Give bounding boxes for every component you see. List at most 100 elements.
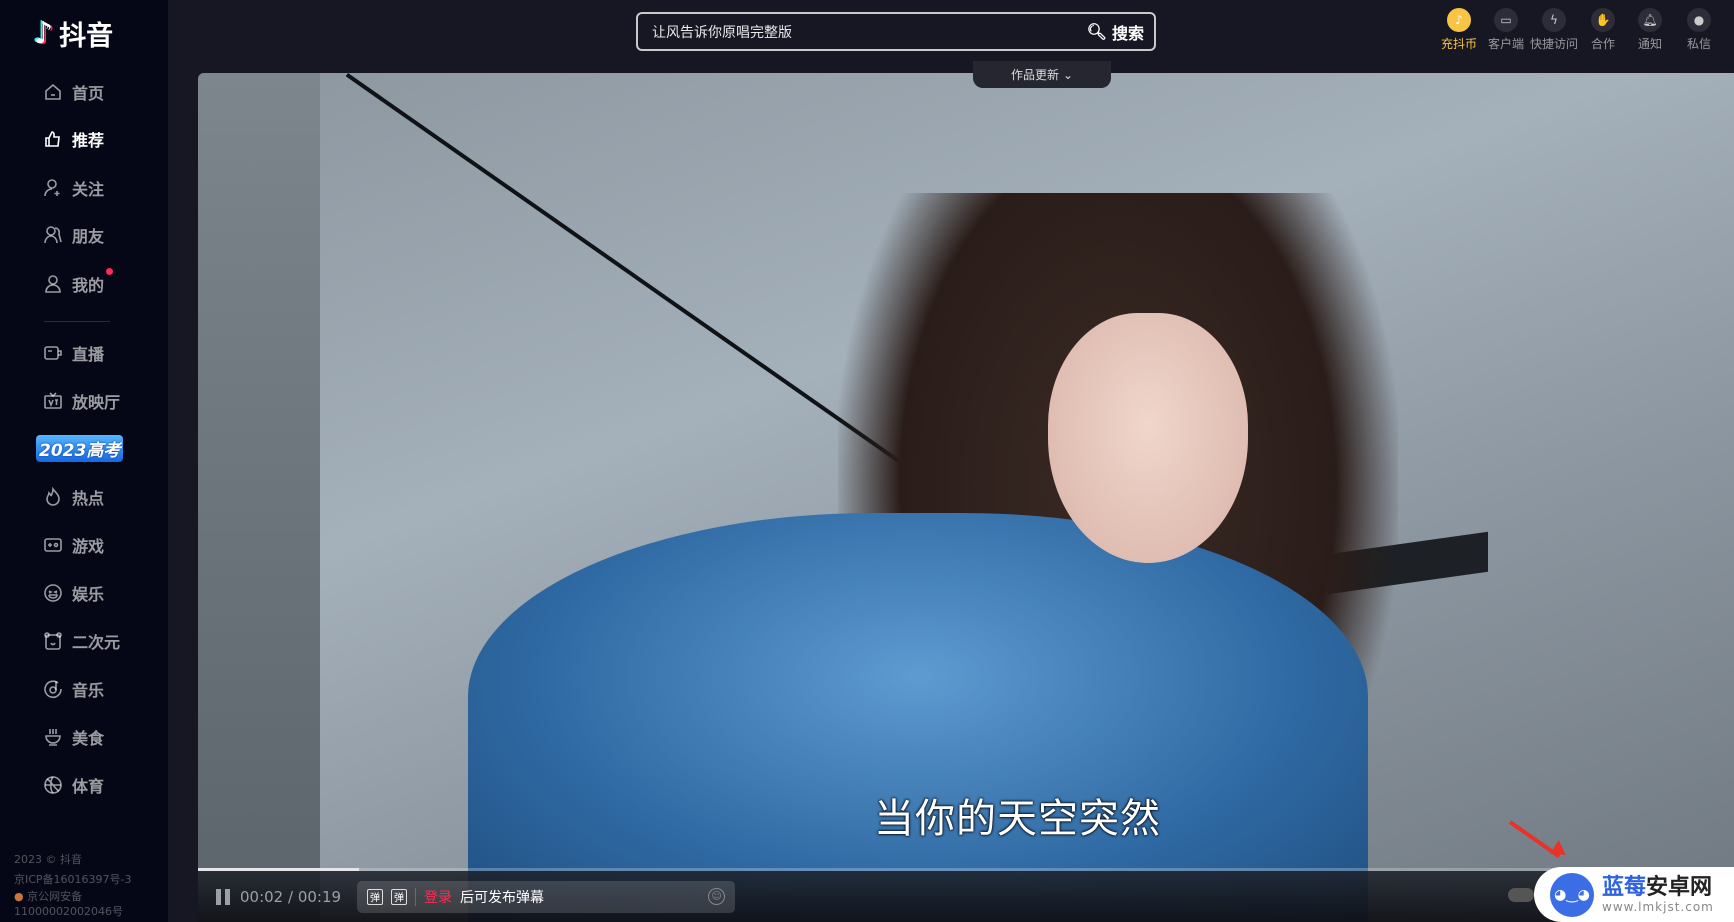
toolbar-message[interactable]: ● 私信 xyxy=(1671,8,1727,52)
sidebar-item-label: 推荐 xyxy=(72,131,105,150)
ball-icon xyxy=(42,774,64,796)
pause-icon xyxy=(225,888,230,905)
sidebar-item-label: 游戏 xyxy=(72,537,105,556)
chevron-down-icon: ⌄ xyxy=(1062,67,1074,82)
sidebar: ♪ 抖音 首页推荐关注朋友我的直播放映厅 2023高考热点游戏娱乐二次元音乐美食体育… xyxy=(0,0,168,922)
home-icon xyxy=(42,81,64,103)
footer-copyright: 2023 © 抖音 xyxy=(14,853,82,866)
footer-police-text: 京公网安备 xyxy=(27,890,83,903)
sidebar-item-1[interactable]: 推荐 xyxy=(42,127,104,151)
friends-icon xyxy=(42,224,64,246)
bell-icon: 🔔︎ xyxy=(1638,8,1662,32)
sidebar-item-14[interactable]: 体育 xyxy=(42,773,104,797)
android-logo-icon: ◕‿◕ xyxy=(1550,872,1594,917)
toolbar-label: 客户端 xyxy=(1487,37,1524,51)
user-icon xyxy=(42,273,64,295)
danmaku-separator xyxy=(415,887,417,906)
sidebar-item-9[interactable]: 游戏 xyxy=(42,533,104,557)
sidebar-item-label: 朋友 xyxy=(72,227,105,246)
sidebar-item-3[interactable]: 朋友 xyxy=(42,223,104,247)
video-frame xyxy=(198,73,320,922)
danmaku-settings-icon[interactable]: 弹 xyxy=(391,888,408,905)
sidebar-item-6[interactable]: 放映厅 xyxy=(42,389,120,413)
bear-icon xyxy=(42,630,64,652)
toolbar-label: 通知 xyxy=(1637,37,1662,51)
handshake-icon: ✋ xyxy=(1591,8,1615,32)
message-icon: ● xyxy=(1687,8,1711,32)
sidebar-item-8[interactable]: 热点 xyxy=(42,485,104,509)
douyin-note-icon: ♪ xyxy=(34,16,54,51)
sidebar-item-5[interactable]: 直播 xyxy=(42,341,104,365)
gaokao-banner[interactable]: 2023高考 xyxy=(36,435,124,462)
sidebar-item-label: 体育 xyxy=(72,777,105,796)
watermark-brand: 蓝莓安卓网 xyxy=(1602,874,1714,900)
smile-icon xyxy=(42,582,64,604)
watermark-brand-b: 安卓网 xyxy=(1646,874,1713,900)
works-update-tab[interactable]: 作品更新 ⌄ xyxy=(973,61,1111,88)
sidebar-item-label: 音乐 xyxy=(72,681,105,700)
search-icon: 🔍︎ xyxy=(1086,22,1107,41)
sidebar-item-11[interactable]: 二次元 xyxy=(42,629,120,653)
sidebar-item-2[interactable]: 关注 xyxy=(42,176,104,200)
pause-icon xyxy=(216,888,221,905)
sidebar-item-label: 首页 xyxy=(72,84,105,103)
sidebar-item-13[interactable]: 美食 xyxy=(42,725,104,749)
login-link[interactable]: 登录 xyxy=(424,887,452,907)
sidebar-item-12[interactable]: 音乐 xyxy=(42,677,104,701)
player-controls: 00:02 / 00:19 弹 弹 登录 后可发布弹幕 ☺ xyxy=(198,871,1734,922)
lightning-icon: ϟ xyxy=(1542,8,1566,32)
toolbar-label: 合作 xyxy=(1590,37,1615,51)
desktop-icon: ▭ xyxy=(1494,8,1518,32)
douyin-logo[interactable]: ♪ 抖音 xyxy=(34,14,113,53)
sidebar-item-0[interactable]: 首页 xyxy=(42,80,104,104)
sidebar-item-4[interactable]: 我的 xyxy=(42,268,113,296)
thumbs-up-icon xyxy=(42,128,64,150)
video-player[interactable]: 当你的天空突然 00:02 / 00:19 弹 弹 登录 后可发布弹幕 ☺ xyxy=(198,73,1734,922)
sidebar-item-label: 放映厅 xyxy=(72,393,121,412)
danmaku-input[interactable]: 弹 弹 登录 后可发布弹幕 ☺ xyxy=(357,880,736,913)
search-input[interactable] xyxy=(652,23,1087,40)
footer-police[interactable]: ● 京公网安备 xyxy=(14,890,82,903)
danmaku-hint: 后可发布弹幕 xyxy=(460,889,545,906)
music-icon xyxy=(42,678,64,700)
fire-icon xyxy=(42,486,64,508)
footer-icp[interactable]: 京ICP备16016397号-3 xyxy=(14,873,132,886)
toolbar-label: 快捷访问 xyxy=(1529,37,1578,51)
sidebar-item-10[interactable]: 娱乐 xyxy=(42,581,104,605)
sidebar-divider xyxy=(44,321,110,322)
video-subtitle: 当你的天空突然 xyxy=(874,796,1161,842)
sidebar-item-label: 我的 xyxy=(72,276,105,295)
pause-button[interactable] xyxy=(216,888,230,905)
footer-police-number: 11000002002046号 xyxy=(14,905,123,918)
works-update-label: 作品更新 xyxy=(1010,68,1059,82)
toolbar-bell[interactable]: 🔔︎ 通知 xyxy=(1622,8,1678,52)
search-button-label: 搜索 xyxy=(1111,23,1144,43)
toolbar-label: 私信 xyxy=(1686,37,1711,51)
watermark-brand-a: 蓝莓 xyxy=(1602,874,1647,900)
notification-dot xyxy=(106,268,113,275)
gamepad-icon xyxy=(42,534,64,556)
tv-icon xyxy=(42,390,64,412)
watermark-url: www.lmkjst.com xyxy=(1602,899,1714,914)
sidebar-item-label: 关注 xyxy=(72,180,105,199)
video-frame-person-face xyxy=(1048,313,1248,563)
emoji-icon[interactable]: ☺ xyxy=(708,888,726,905)
search-bar: 🔍︎搜索 xyxy=(636,12,1156,51)
sidebar-item-label: 热点 xyxy=(72,489,105,508)
sidebar-item-label: 美食 xyxy=(72,729,105,748)
sidebar-item-label: 二次元 xyxy=(72,633,121,652)
police-badge-icon: ● xyxy=(14,890,24,903)
bowl-icon xyxy=(42,726,64,748)
watermark: ◕‿◕ 蓝莓安卓网 www.lmkjst.com xyxy=(1534,867,1734,922)
auto-play-toggle[interactable] xyxy=(1508,888,1534,902)
user-plus-icon xyxy=(42,177,64,199)
toolbar-lightning[interactable]: ϟ 快捷访问 xyxy=(1526,8,1582,52)
sidebar-item-label: 直播 xyxy=(72,345,105,364)
sidebar-item-label: 娱乐 xyxy=(72,585,105,604)
video-frame-person-jacket xyxy=(468,513,1368,922)
search-button[interactable]: 🔍︎ 搜索 xyxy=(1087,20,1144,44)
time-display: 00:02 / 00:19 xyxy=(240,887,342,906)
toolbar-label: 充抖币 xyxy=(1440,37,1477,51)
live-icon xyxy=(42,342,64,364)
danmaku-off-icon[interactable]: 弹 xyxy=(367,888,384,905)
